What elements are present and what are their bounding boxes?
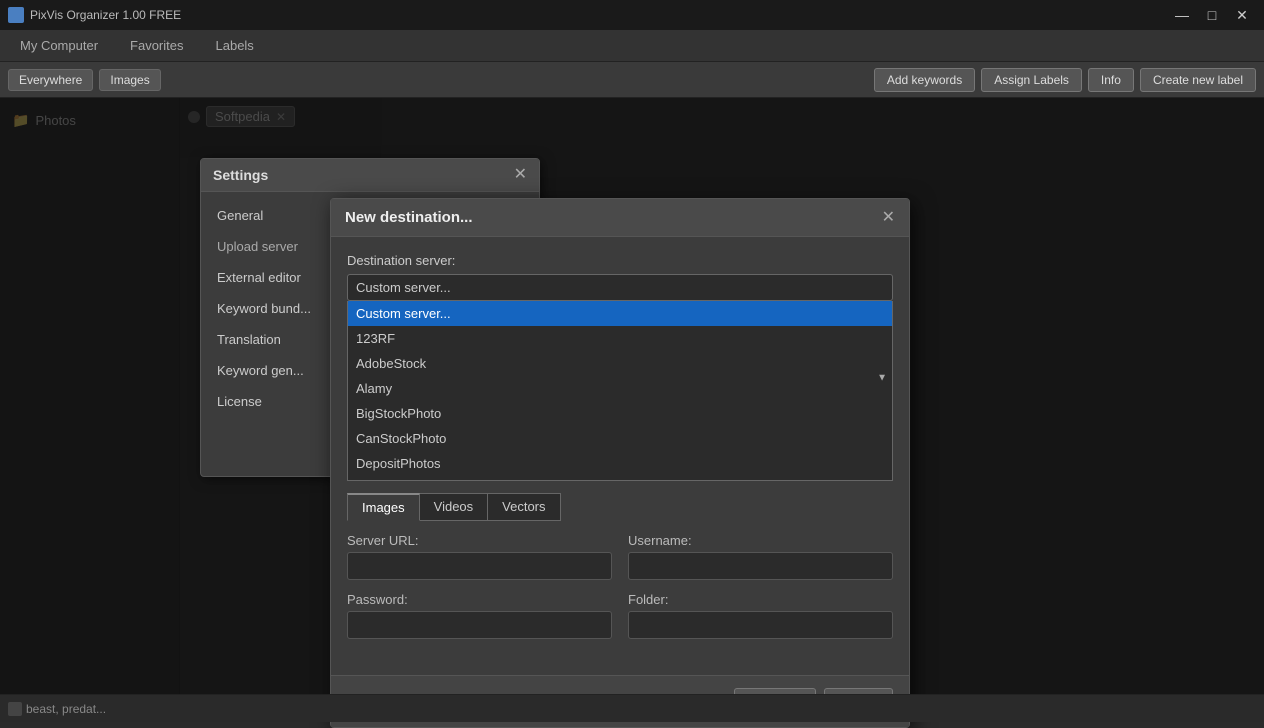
form-row-2: Password: Folder:: [347, 592, 893, 639]
settings-title: Settings: [213, 167, 268, 183]
new-destination-dialog: New destination... ✕ Destination server:…: [330, 198, 910, 728]
dropdown-option-custom[interactable]: Custom server...: [348, 301, 892, 326]
content-area: 📁 Photos Softpedia ✕ Settings ✕: [0, 98, 1264, 722]
titlebar: PixVis Organizer 1.00 FREE — □ ✕: [0, 0, 1264, 30]
info-button[interactable]: Info: [1088, 68, 1134, 92]
maximize-button[interactable]: □: [1198, 4, 1226, 26]
dialog-close-button[interactable]: ✕: [882, 210, 895, 226]
server-url-group: Server URL:: [347, 533, 612, 580]
tab-favorites[interactable]: Favorites: [114, 34, 199, 57]
app-title: PixVis Organizer 1.00 FREE: [30, 8, 181, 22]
tab-labels[interactable]: Labels: [200, 34, 270, 57]
dropdown-option-123rf[interactable]: 123RF: [348, 326, 892, 351]
password-label: Password:: [347, 592, 612, 607]
titlebar-left: PixVis Organizer 1.00 FREE: [8, 7, 181, 23]
folder-group: Folder:: [628, 592, 893, 639]
destination-server-label: Destination server:: [347, 253, 893, 268]
destination-server-dropdown[interactable]: Custom server...: [347, 274, 893, 301]
dropdown-option-canstockphoto[interactable]: CanStockPhoto: [348, 426, 892, 451]
destination-server-dropdown-container: Custom server... ▼ Custom server... 123R…: [347, 274, 893, 481]
tab-videos[interactable]: Videos: [419, 493, 489, 521]
tab-vectors[interactable]: Vectors: [487, 493, 560, 521]
minimize-button[interactable]: —: [1168, 4, 1196, 26]
add-keywords-button[interactable]: Add keywords: [874, 68, 975, 92]
dropdown-option-bigstockphoto[interactable]: BigStockPhoto: [348, 401, 892, 426]
server-url-input[interactable]: [347, 552, 612, 580]
dropdown-option-depositphotos[interactable]: DepositPhotos: [348, 451, 892, 476]
folder-input[interactable]: [628, 611, 893, 639]
password-input[interactable]: [347, 611, 612, 639]
dropdown-option-alamy[interactable]: Alamy: [348, 376, 892, 401]
tab-my-computer[interactable]: My Computer: [4, 34, 114, 57]
dialog-titlebar: New destination... ✕: [331, 199, 909, 237]
form-row-1: Server URL: Username:: [347, 533, 893, 580]
toolbar: Everywhere Images Add keywords Assign La…: [0, 62, 1264, 98]
tab-images[interactable]: Images: [347, 493, 420, 521]
assign-labels-button[interactable]: Assign Labels: [981, 68, 1082, 92]
settings-close-button[interactable]: ✕: [514, 167, 527, 183]
images-button[interactable]: Images: [99, 69, 160, 91]
status-icon: [8, 702, 22, 716]
folder-label: Folder:: [628, 592, 893, 607]
dialog-body: Destination server: Custom server... ▼ C…: [331, 237, 909, 667]
titlebar-controls: — □ ✕: [1168, 4, 1256, 26]
server-url-label: Server URL:: [347, 533, 612, 548]
app-close-button[interactable]: ✕: [1228, 4, 1256, 26]
app-icon: [8, 7, 24, 23]
dropdown-list: Custom server... 123RF AdobeStock Alamy …: [347, 301, 893, 481]
dropdown-selected-text: Custom server...: [356, 280, 451, 295]
status-text: beast, predat...: [26, 702, 106, 716]
username-label: Username:: [628, 533, 893, 548]
dialog-tabs: Images Videos Vectors: [347, 493, 893, 521]
dropdown-option-dreamstime[interactable]: Dreamstime: [348, 476, 892, 481]
username-group: Username:: [628, 533, 893, 580]
nav-tabs: My Computer Favorites Labels: [0, 30, 1264, 62]
dropdown-option-adobestock[interactable]: AdobeStock: [348, 351, 892, 376]
password-group: Password:: [347, 592, 612, 639]
username-input[interactable]: [628, 552, 893, 580]
status-item: beast, predat...: [8, 702, 106, 716]
settings-titlebar: Settings ✕: [201, 159, 539, 192]
app-area: My Computer Favorites Labels Everywhere …: [0, 30, 1264, 722]
filter-everywhere-button[interactable]: Everywhere: [8, 69, 93, 91]
dialog-title: New destination...: [345, 209, 473, 226]
statusbar: beast, predat...: [0, 694, 1264, 722]
create-new-label-button[interactable]: Create new label: [1140, 68, 1256, 92]
